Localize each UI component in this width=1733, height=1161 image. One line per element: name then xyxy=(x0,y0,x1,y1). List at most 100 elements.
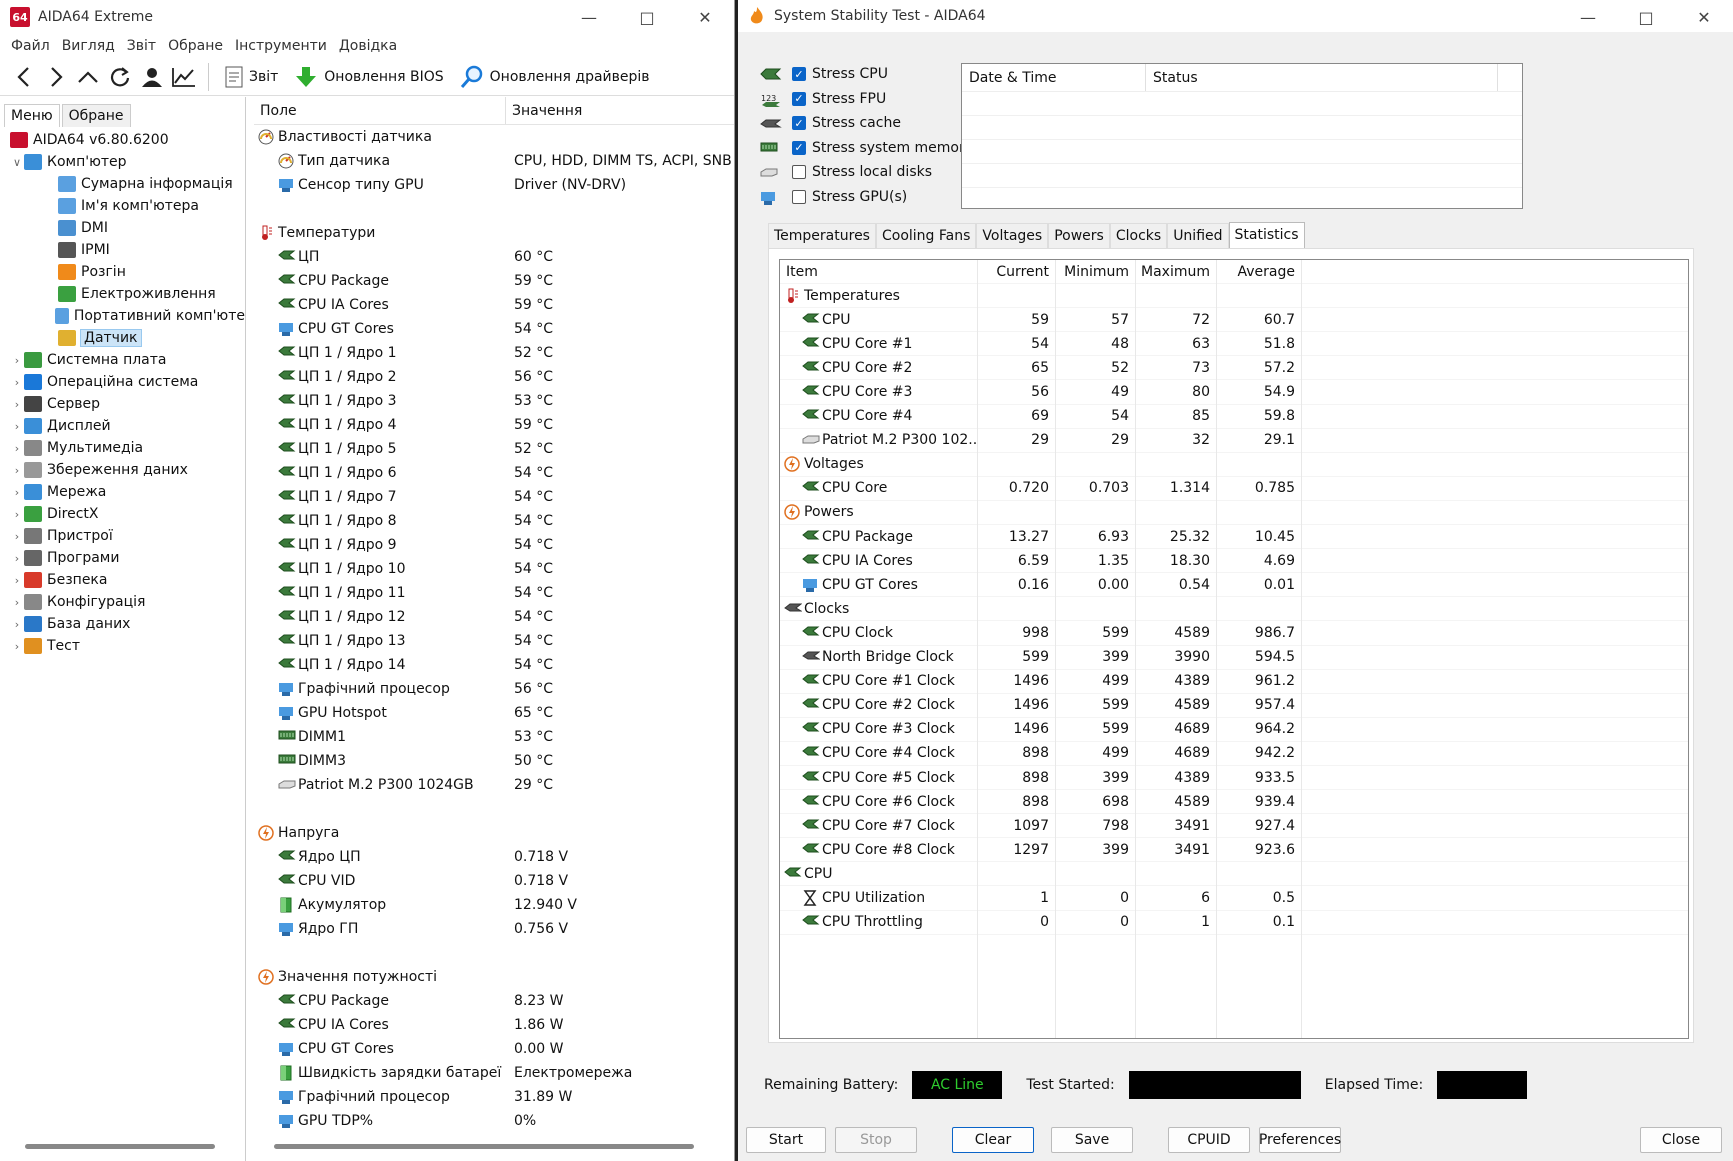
column-header-current[interactable]: Current xyxy=(977,264,1055,280)
tree-item[interactable]: IPMI xyxy=(0,239,245,261)
list-item[interactable]: CPU VID 0.718 V xyxy=(254,869,734,893)
refresh-icon[interactable] xyxy=(104,61,136,93)
tree-item[interactable]: › Безпека xyxy=(0,569,245,591)
tree-item[interactable]: › Операційна система xyxy=(0,371,245,393)
table-row[interactable]: CPU Core 0.720 0.703 1.314 0.785 xyxy=(780,477,1688,501)
tree-item[interactable]: Електроживлення xyxy=(0,283,245,305)
list-item[interactable]: Тип датчика CPU, HDD, DIMM TS, ACPI, SNB xyxy=(254,149,734,173)
tree-item[interactable]: › Пристрої xyxy=(0,525,245,547)
tree-item[interactable]: AIDA64 v6.80.6200 xyxy=(0,129,245,151)
menu-report[interactable]: Звіт xyxy=(124,38,165,54)
menu-view[interactable]: Вигляд xyxy=(59,38,124,54)
horizontal-scrollbar[interactable] xyxy=(25,1144,215,1149)
maximize-icon[interactable]: □ xyxy=(1617,0,1675,34)
list-item[interactable]: CPU Package 8.23 W xyxy=(254,989,734,1013)
table-row[interactable]: CPU Core #1 54 48 63 51.8 xyxy=(780,332,1688,357)
expand-chevron-icon[interactable]: › xyxy=(10,464,24,477)
list-item[interactable]: GPU Hotspot 65 °C xyxy=(254,701,734,725)
expand-chevron-icon[interactable]: › xyxy=(10,376,24,389)
expand-chevron-icon[interactable]: › xyxy=(10,486,24,499)
checkbox[interactable]: ✓ xyxy=(792,140,806,155)
tree-item[interactable]: › Збереження даних xyxy=(0,459,245,481)
report-button[interactable]: Звіт xyxy=(217,66,286,88)
table-row[interactable]: North Bridge Clock 599 399 3990 594.5 xyxy=(780,646,1688,670)
list-item[interactable]: Ядро ГП 0.756 V xyxy=(254,917,734,941)
tree-item[interactable]: › Дисплей xyxy=(0,415,245,437)
table-row[interactable]: CPU Core #3 Clock 1496 599 4689 964.2 xyxy=(780,718,1688,742)
column-header-item[interactable]: Item xyxy=(780,264,977,280)
list-item[interactable]: Графічний процесор 56 °C xyxy=(254,677,734,701)
expand-chevron-icon[interactable]: › xyxy=(10,530,24,543)
close-icon[interactable]: ✕ xyxy=(1675,0,1733,34)
minimize-icon[interactable]: — xyxy=(560,0,618,34)
list-item[interactable]: ЦП 1 / Ядро 2 56 °C xyxy=(254,365,734,389)
list-item[interactable]: ЦП 1 / Ядро 3 53 °C xyxy=(254,389,734,413)
expand-chevron-icon[interactable]: › xyxy=(10,354,24,367)
stress-option[interactable]: Stress GPU(s) xyxy=(760,185,973,210)
tree-item[interactable]: Сумарна інформація xyxy=(0,173,245,195)
table-row[interactable]: CPU Clock 998 599 4589 986.7 xyxy=(780,621,1688,646)
tab-statistics[interactable]: Statistics xyxy=(1228,222,1305,249)
list-item[interactable]: Ядро ЦП 0.718 V xyxy=(254,845,734,869)
list-item[interactable]: ЦП 1 / Ядро 11 54 °C xyxy=(254,581,734,605)
maximize-icon[interactable]: □ xyxy=(618,0,676,34)
checkbox[interactable]: ✓ xyxy=(792,91,806,106)
expand-chevron-icon[interactable]: › xyxy=(10,420,24,433)
user-icon[interactable] xyxy=(136,61,168,93)
table-row[interactable]: CPU Core #7 Clock 1097 798 3491 927.4 xyxy=(780,814,1688,839)
start-button[interactable]: Start xyxy=(746,1127,826,1153)
table-row[interactable]: CPU Core #8 Clock 1297 399 3491 923.6 xyxy=(780,838,1688,863)
list-item[interactable]: Швидкість зарядки батареї Електромережа xyxy=(254,1061,734,1085)
table-row[interactable]: CPU Utilization 1 0 6 0.5 xyxy=(780,886,1688,911)
table-row[interactable]: CPU IA Cores 6.59 1.35 18.30 4.69 xyxy=(780,549,1688,574)
column-header-field[interactable]: Поле xyxy=(254,97,506,124)
tree-item[interactable]: › База даних xyxy=(0,613,245,635)
table-row[interactable]: CPU Core #3 56 49 80 54.9 xyxy=(780,380,1688,405)
tree-item[interactable]: › Програми xyxy=(0,547,245,569)
section-header[interactable]: CPU xyxy=(780,862,1688,887)
table-row[interactable]: CPU Core #2 65 52 73 57.2 xyxy=(780,356,1688,381)
tab-voltages[interactable]: Voltages xyxy=(976,223,1049,248)
stress-option[interactable]: ✓ Stress system memory xyxy=(760,136,973,161)
tree-item[interactable]: › Конфігурація xyxy=(0,591,245,613)
list-item[interactable]: CPU IA Cores 1.86 W xyxy=(254,1013,734,1037)
tab-clocks[interactable]: Clocks xyxy=(1109,223,1168,248)
table-row[interactable]: CPU Core #1 Clock 1496 499 4389 961.2 xyxy=(780,670,1688,694)
table-row[interactable]: CPU 59 57 72 60.7 xyxy=(780,308,1688,333)
column-header-minimum[interactable]: Minimum xyxy=(1055,264,1135,280)
close-button[interactable]: Close xyxy=(1640,1127,1722,1153)
checkbox[interactable] xyxy=(792,165,806,180)
log-column-datetime[interactable]: Date & Time xyxy=(962,64,1146,91)
driver-update-button[interactable]: Оновлення драйверів xyxy=(452,65,658,89)
list-item[interactable]: Графічний процесор 31.89 W xyxy=(254,1085,734,1109)
expand-chevron-icon[interactable]: › xyxy=(10,596,24,609)
tree-item[interactable]: ∨ Комп'ютер xyxy=(0,151,245,173)
expand-chevron-icon[interactable]: › xyxy=(10,574,24,587)
tab-temperatures[interactable]: Temperatures xyxy=(768,223,876,248)
stress-option[interactable]: ✓ Stress cache xyxy=(760,111,973,136)
expand-chevron-icon[interactable]: › xyxy=(10,552,24,565)
tab-powers[interactable]: Powers xyxy=(1048,223,1110,248)
list-item[interactable]: ЦП 1 / Ядро 10 54 °C xyxy=(254,557,734,581)
column-header-value[interactable]: Значення xyxy=(506,103,582,119)
save-button[interactable]: Save xyxy=(1051,1127,1133,1153)
menu-file[interactable]: Файл xyxy=(8,38,59,54)
list-item[interactable]: CPU GT Cores 54 °C xyxy=(254,317,734,341)
tree-item[interactable]: DMI xyxy=(0,217,245,239)
menu-favorites[interactable]: Обране xyxy=(165,38,232,54)
expand-chevron-icon[interactable]: › xyxy=(10,508,24,521)
section-header[interactable]: Температури xyxy=(254,221,734,245)
section-header[interactable]: Clocks xyxy=(780,597,1688,622)
close-icon[interactable]: ✕ xyxy=(676,0,734,34)
menu-help[interactable]: Довідка xyxy=(336,38,406,54)
section-header[interactable]: Напруга xyxy=(254,821,734,845)
table-row[interactable]: CPU Core #4 69 54 85 59.8 xyxy=(780,405,1688,429)
horizontal-scrollbar[interactable] xyxy=(274,1144,694,1149)
list-item[interactable]: ЦП 1 / Ядро 4 59 °C xyxy=(254,413,734,437)
stress-option[interactable]: ✓ Stress CPU xyxy=(760,62,973,87)
back-icon[interactable] xyxy=(8,61,40,93)
list-item[interactable]: Сенсор типу GPU Driver (NV-DRV) xyxy=(254,173,734,197)
tab-cooling-fans[interactable]: Cooling Fans xyxy=(875,223,977,248)
collapse-chevron-icon[interactable]: ∨ xyxy=(10,156,24,169)
stress-option[interactable]: 123 ✓ Stress FPU xyxy=(760,87,973,112)
